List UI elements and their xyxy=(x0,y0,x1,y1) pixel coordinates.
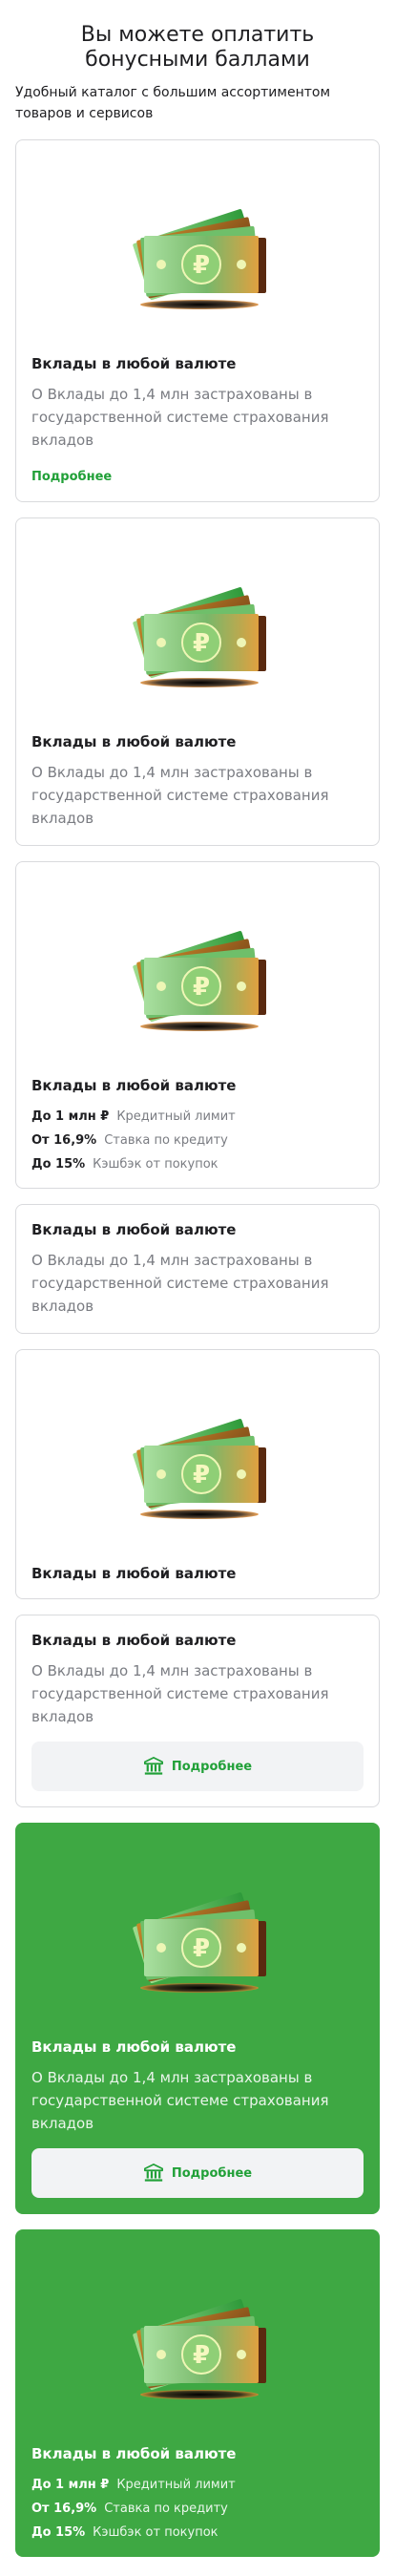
feature-value: До 15% xyxy=(31,1157,86,1172)
feature-row: До 15% Кэшбэк от покупок xyxy=(31,1156,364,1172)
card-title: Вклады в любой валюте xyxy=(31,355,237,372)
feature-row: До 1 млн ₽ Кредитный лимит xyxy=(31,1109,364,1125)
card[interactable]: Вклады в любой валюте О Вклады до 1,4 мл… xyxy=(15,1204,380,1334)
card-title: Вклады в любой валюте xyxy=(31,733,237,750)
bank-icon xyxy=(143,1756,164,1777)
feature-list: До 1 млн ₽ Кредитный лимит От 16,9% Став… xyxy=(31,1109,364,1172)
money-bills-icon xyxy=(121,2267,274,2419)
money-bills-icon xyxy=(121,898,274,1051)
money-bills-icon xyxy=(121,555,274,707)
card-highlighted[interactable]: Вклады в любой валюте О Вклады до 1,4 мл… xyxy=(15,1823,380,2214)
page-subtitle: Удобный каталог с большим ассортиментом … xyxy=(15,85,331,121)
money-bills-icon xyxy=(121,177,274,329)
feature-row: До 1 млн ₽ Кредитный лимит xyxy=(31,2477,364,2493)
feature-row: До 15% Кэшбэк от покупок xyxy=(31,2524,364,2541)
card[interactable]: Вклады в любой валюте О Вклады до 1,4 мл… xyxy=(15,1615,380,1807)
card-image xyxy=(31,1839,364,2028)
page-title: Вы можете оплатить бонусными баллами xyxy=(80,23,315,72)
feature-label: Кэшбэк от покупок xyxy=(93,1157,218,1172)
card[interactable]: Вклады в любой валюте До 1 млн ₽ Кредитн… xyxy=(15,861,380,1189)
feature-label: Кредитный лимит xyxy=(116,1109,236,1124)
card-description: О Вклады до 1,4 млн застрахованы в госуд… xyxy=(31,1662,329,1725)
feature-label: Ставка по кредиту xyxy=(104,1133,228,1148)
card-image xyxy=(31,1365,364,1554)
feature-value: До 1 млн ₽ xyxy=(31,1109,110,1124)
card-title: Вклады в любой валюте xyxy=(31,2445,237,2462)
money-bills-icon xyxy=(121,1386,274,1539)
card-highlighted[interactable]: Вклады в любой валюте До 1 млн ₽ Кредитн… xyxy=(15,2229,380,2557)
card-title: Вклады в любой валюте xyxy=(31,1221,237,1238)
details-button[interactable]: Подробнее xyxy=(31,1742,364,1791)
card-title: Вклады в любой валюте xyxy=(31,2038,237,2056)
card-image xyxy=(31,2246,364,2435)
card-description: О Вклады до 1,4 млн застрахованы в госуд… xyxy=(31,764,329,827)
feature-row: От 16,9% Ставка по кредиту xyxy=(31,2501,364,2517)
details-button-label: Подробнее xyxy=(171,2165,253,2181)
feature-label: Кредитный лимит xyxy=(116,2478,236,2492)
card-image xyxy=(31,534,364,723)
feature-value: От 16,9% xyxy=(31,2502,97,2516)
card[interactable]: Вклады в любой валюте О Вклады до 1,4 мл… xyxy=(15,139,380,502)
details-button[interactable]: Подробнее xyxy=(31,2148,364,2198)
card[interactable]: Вклады в любой валюте xyxy=(15,1349,380,1599)
feature-list: До 1 млн ₽ Кредитный лимит От 16,9% Став… xyxy=(31,2477,364,2541)
bank-icon xyxy=(143,2163,164,2184)
cards-list: Вклады в любой валюте О Вклады до 1,4 мл… xyxy=(15,139,380,2557)
card-description: О Вклады до 1,4 млн застрахованы в госуд… xyxy=(31,1252,329,1315)
card-description: О Вклады до 1,4 млн застрахованы в госуд… xyxy=(31,386,329,449)
feature-label: Кэшбэк от покупок xyxy=(93,2525,218,2540)
card-description: О Вклады до 1,4 млн застрахованы в госуд… xyxy=(31,2069,329,2132)
money-bills-icon xyxy=(121,1860,274,2013)
card-image xyxy=(31,877,364,1066)
card-image xyxy=(31,156,364,345)
feature-label: Ставка по кредиту xyxy=(104,2502,228,2516)
card-title: Вклады в любой валюте xyxy=(31,1632,237,1649)
card-title: Вклады в любой валюте xyxy=(31,1077,237,1094)
feature-value: От 16,9% xyxy=(31,1133,97,1148)
feature-value: До 15% xyxy=(31,2525,86,2540)
details-link[interactable]: Подробнее xyxy=(31,469,112,486)
feature-row: От 16,9% Ставка по кредиту xyxy=(31,1132,364,1149)
card[interactable]: Вклады в любой валюте О Вклады до 1,4 мл… xyxy=(15,517,380,846)
feature-value: До 1 млн ₽ xyxy=(31,2478,110,2492)
details-button-label: Подробнее xyxy=(171,1759,253,1774)
card-title: Вклады в любой валюте xyxy=(31,1565,237,1582)
